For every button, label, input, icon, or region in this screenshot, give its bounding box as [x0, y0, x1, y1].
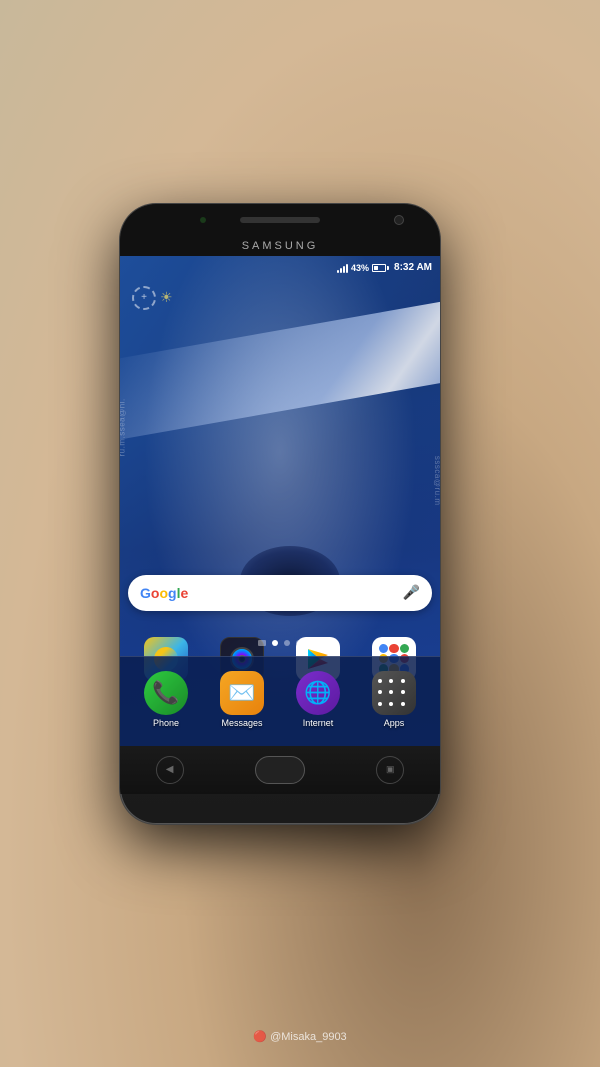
recents-icon: ▣ — [386, 764, 395, 775]
apps-dot-4 — [378, 690, 382, 694]
watermark-right: sssca@ru.m — [434, 455, 441, 505]
battery-tip — [387, 266, 389, 270]
apps-dot-8 — [389, 702, 393, 706]
status-bar: 43% 8:32 AM — [120, 256, 440, 280]
mic-icon[interactable]: 🎤 — [403, 584, 420, 601]
messages-dock-icon: ✉️ — [220, 671, 264, 715]
google-search-bar[interactable]: Google 🎤 — [128, 575, 432, 611]
google-logo: Google — [140, 585, 188, 601]
sun-icon: ☀ — [160, 289, 173, 306]
dock-item-phone[interactable]: 📞 Phone — [136, 671, 196, 728]
dock-item-messages[interactable]: ✉️ Messages — [212, 671, 272, 728]
signal-bar-4 — [346, 264, 348, 273]
apps-dot-6 — [401, 690, 405, 694]
battery-body — [372, 264, 386, 272]
status-right: 43% 8:32 AM — [337, 262, 432, 273]
speaker — [240, 217, 320, 223]
sensor — [200, 217, 206, 223]
phone-dock-icon: 📞 — [144, 671, 188, 715]
weibo-icon: 🔴 — [253, 1031, 270, 1043]
signal-bar-2 — [340, 268, 342, 273]
dock-item-apps[interactable]: Apps — [364, 671, 424, 728]
page-dot-3[interactable] — [284, 640, 290, 646]
page-dot-4[interactable] — [296, 640, 302, 646]
apps-dot-5 — [389, 690, 393, 694]
home-button[interactable] — [255, 756, 305, 784]
apps-dock-label: Apps — [384, 718, 405, 728]
internet-dock-label: Internet — [303, 718, 334, 728]
signal-icon — [337, 263, 348, 273]
battery-fill — [374, 266, 378, 270]
clock: 8:32 AM — [394, 262, 432, 273]
internet-dock-icon: 🌐 — [296, 671, 340, 715]
apps-dot-2 — [389, 679, 393, 683]
phone-emoji: 📞 — [152, 680, 179, 706]
page-dot-1[interactable] — [258, 640, 266, 646]
bottom-nav: ◀ ▣ — [120, 746, 440, 794]
phone-dock-label: Phone — [153, 718, 179, 728]
phone-top-hardware — [120, 204, 440, 236]
footer-watermark: 🔴 @Misaka_9903 — [253, 1027, 346, 1045]
battery-percent: 43% — [351, 263, 369, 273]
internet-emoji: 🌐 — [304, 680, 331, 706]
phone-container: SAMSUNG 43% — [120, 204, 440, 824]
recents-button[interactable]: ▣ — [376, 756, 404, 784]
back-button[interactable]: ◀ — [156, 756, 184, 784]
weibo-username: @Misaka_9903 — [270, 1031, 347, 1043]
back-icon: ◀ — [166, 764, 174, 775]
apps-dot-3 — [401, 679, 405, 683]
apps-dot-7 — [378, 702, 382, 706]
watermark-left: ru.m.ssea@ni. — [120, 398, 127, 456]
dock-item-internet[interactable]: 🌐 Internet — [288, 671, 348, 728]
weather-widget[interactable]: + ☀ — [132, 286, 173, 310]
front-camera — [394, 215, 404, 225]
brand-label: SAMSUNG — [120, 236, 440, 256]
signal-bar-1 — [337, 270, 339, 273]
apps-dock-icon — [372, 671, 416, 715]
messages-emoji: ✉️ — [228, 680, 255, 706]
screen: 43% 8:32 AM + ☀ ru.m.ssea@ — [120, 256, 440, 746]
signal-bar-3 — [343, 266, 345, 273]
page-dots — [120, 640, 440, 646]
dock: 📞 Phone ✉️ Messages 🌐 Internet — [120, 656, 440, 746]
apps-dot-1 — [378, 679, 382, 683]
weather-add-icon[interactable]: + — [132, 286, 156, 310]
battery-icon — [372, 264, 389, 272]
apps-dot-9 — [401, 702, 405, 706]
page-dot-2-active[interactable] — [272, 640, 278, 646]
messages-dock-label: Messages — [221, 718, 262, 728]
phone-body: SAMSUNG 43% — [120, 204, 440, 824]
